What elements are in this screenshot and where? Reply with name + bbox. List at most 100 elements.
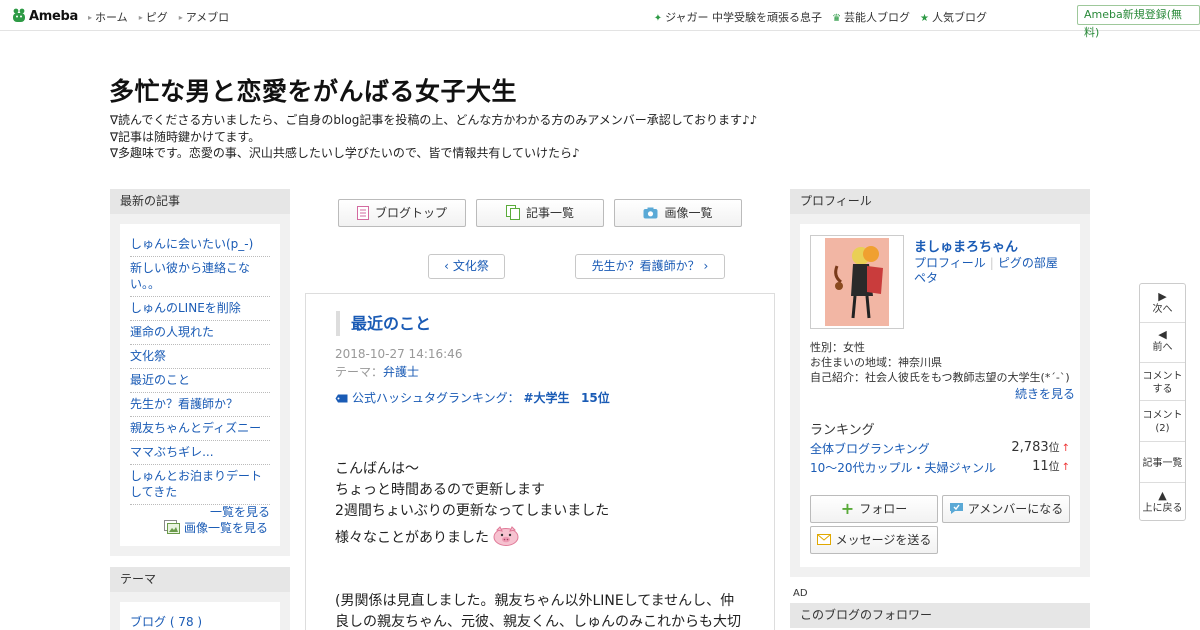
- comment-count-label: コメント: [1142, 410, 1183, 421]
- play-left-icon: ◀: [1158, 328, 1167, 341]
- nav-ameblo[interactable]: アメブロ: [179, 9, 229, 25]
- ranking-label: 全体ブログランキング: [810, 442, 930, 456]
- message-label: メッセージを送る: [835, 533, 932, 547]
- image-list-button[interactable]: 画像一覧: [614, 199, 742, 227]
- profile-info: 性別：女性 お住まいの地域：神奈川県 自己紹介：社会人彼氏をもつ教師志望の大学生…: [810, 340, 1070, 385]
- register-button[interactable]: Ameba新規登録(無料): [1077, 5, 1200, 39]
- amember-icon: [949, 503, 963, 514]
- article-list-button[interactable]: 記事一覧: [476, 199, 604, 227]
- recent-article-link[interactable]: しゅんとお泊まりデートしてきた: [130, 465, 270, 505]
- ad-label: AD: [793, 588, 808, 599]
- next-article-label: 先生か？看護師か？: [591, 259, 700, 273]
- profile-avatar[interactable]: [810, 235, 904, 329]
- amember-button[interactable]: アメンバーになる: [942, 495, 1070, 523]
- prev-article-button[interactable]: ‹ 文化祭: [428, 254, 505, 279]
- ranking-value: 2,783位 ↑: [1011, 439, 1070, 455]
- document-icon: [356, 205, 369, 220]
- recent-articles-heading: 最新の記事: [110, 189, 290, 214]
- plus-icon: +: [840, 499, 855, 518]
- featured-link[interactable]: ✦ ジャガー 中学受験を頑張る息子: [654, 9, 822, 25]
- next-button[interactable]: ▶ 次へ: [1140, 290, 1185, 316]
- message-button[interactable]: メッセージを送る: [810, 526, 938, 554]
- nav-pigg[interactable]: ピグ: [139, 9, 168, 25]
- recent-articles-list: しゅんに会いたい(p_-) 新しい彼から連絡こない。。 しゅんのLINEを削除 …: [130, 233, 270, 505]
- trend-up-icon: ↑: [1061, 443, 1070, 454]
- divider: [1140, 482, 1185, 483]
- ranking-rank: 15位: [581, 391, 610, 405]
- see-list-link[interactable]: 一覧を見る: [210, 503, 270, 520]
- body-line: 2週間ちょいぶりの更新なってしまいました: [335, 503, 610, 519]
- profile-heading: プロフィール: [790, 189, 1090, 214]
- description-line: ∇多趣味です。恋愛の事、沢山共感したいし学びたいので、皆で情報共有していけたら♪: [110, 146, 580, 160]
- next-label: 次へ: [1152, 304, 1173, 315]
- recent-article-link[interactable]: 親友ちゃんとディズニー: [130, 417, 270, 441]
- theme-link[interactable]: 弁護士: [383, 365, 419, 379]
- theme-link[interactable]: ブログ ( 78 ): [130, 613, 202, 630]
- global-header: Ameba ホーム ピグ アメブロ ✦ジャガー 中学受験を頑張る息子 ♛芸能人ブ…: [0, 0, 1200, 39]
- hashtag-ranking[interactable]: 公式ハッシュタグランキング： #大学生 15位: [335, 389, 610, 406]
- ranking-row[interactable]: 10〜20代カップル・夫婦ジャンル 11位 ↑: [810, 459, 1070, 476]
- follow-button[interactable]: + フォロー: [810, 495, 938, 523]
- chevron-right-icon: ›: [703, 259, 709, 273]
- pages-icon: [505, 205, 520, 220]
- follow-label: フォロー: [859, 502, 908, 516]
- comment-count-value: (2): [1155, 423, 1170, 434]
- recent-article-link[interactable]: 新しい彼から連絡こない。。: [130, 257, 270, 297]
- profile-region: お住まいの地域：神奈川県: [810, 356, 942, 369]
- profile-name[interactable]: ましゅまろちゃん: [914, 236, 1018, 255]
- play-right-icon: ▶: [1158, 290, 1167, 303]
- peta-link[interactable]: ペタ: [914, 271, 1058, 286]
- article-list-label: 記事一覧: [525, 206, 574, 220]
- pigg-room-link[interactable]: ピグの部屋: [998, 256, 1058, 270]
- image-list-label: 画像一覧: [664, 206, 713, 220]
- back-to-top-button[interactable]: ▲ 上に戻る: [1140, 489, 1185, 515]
- ranking-row[interactable]: 全体ブログランキング 2,783位 ↑: [810, 440, 1070, 457]
- comment-label: する: [1152, 384, 1173, 395]
- recent-article-link[interactable]: しゅんに会いたい(p_-): [130, 233, 270, 257]
- nav-home[interactable]: ホーム: [88, 9, 128, 25]
- theme-prefix: テーマ：: [335, 365, 384, 379]
- recent-article-link[interactable]: 文化祭: [130, 345, 270, 369]
- divider: [1140, 441, 1185, 442]
- star-icon: ★: [920, 13, 929, 24]
- see-images-label: 画像一覧を見る: [184, 521, 269, 535]
- next-article-button[interactable]: 先生か？看護師か？ ›: [575, 254, 725, 279]
- recent-article-link[interactable]: 先生か？看護師か？: [130, 393, 270, 417]
- profile-links: プロフィール | ピグの部屋 ペタ: [914, 256, 1058, 286]
- blog-top-label: ブログトップ: [374, 206, 447, 220]
- ranking-value: 11位 ↑: [1032, 458, 1070, 474]
- article-title[interactable]: 最近のこと: [336, 311, 431, 336]
- float-article-list-button[interactable]: 記事一覧: [1140, 457, 1185, 470]
- top-label: 上に戻る: [1142, 503, 1183, 514]
- prev-label: 前へ: [1152, 342, 1173, 353]
- ameba-logo[interactable]: Ameba: [12, 7, 78, 25]
- tag-icon: [335, 394, 348, 403]
- profile-gender: 性別：女性: [810, 341, 865, 354]
- read-more-link[interactable]: 続きを見る: [1015, 385, 1075, 402]
- celebrity-blog-link[interactable]: ♛ 芸能人ブログ: [832, 9, 910, 25]
- body-paragraph: (男関係は見直しました。親友ちゃん以外LINEしてませんし、仲良しの親友ちゃん、…: [335, 593, 741, 630]
- description-line: ∇記事は随時鍵かけてます。: [110, 129, 261, 144]
- image-list-icon: [164, 520, 180, 534]
- recent-article-link[interactable]: しゅんのLINEを削除: [130, 297, 270, 321]
- blog-title[interactable]: 多忙な男と恋愛をがんばる女子大生: [109, 72, 517, 108]
- popular-blog-link[interactable]: ★ 人気ブログ: [920, 9, 987, 25]
- comments-count-button[interactable]: コメント (2): [1140, 409, 1185, 435]
- followers-heading: このブログのフォロワー: [790, 603, 1090, 628]
- blog-top-button[interactable]: ブログトップ: [338, 199, 466, 227]
- recent-article-link[interactable]: 最近のこと: [130, 369, 270, 393]
- sparkle-icon: ✦: [653, 13, 663, 24]
- prev-button[interactable]: ◀ 前へ: [1140, 328, 1185, 354]
- see-images-link[interactable]: 画像一覧を見る: [164, 519, 268, 536]
- body-line: ちょっと時間あるので更新します: [335, 482, 545, 498]
- divider: [1140, 322, 1185, 323]
- recent-article-link[interactable]: 運命の人現れた: [130, 321, 270, 345]
- write-comment-button[interactable]: コメント する: [1140, 370, 1185, 396]
- profile-link[interactable]: プロフィール: [914, 256, 986, 270]
- recent-article-link[interactable]: ママぶちギレ...: [130, 441, 270, 465]
- theme-heading: テーマ: [110, 567, 290, 592]
- article-body: こんばんは〜 ちょっと時間あるので更新します 2週間ちょいぶりの更新なってしまい…: [335, 459, 745, 630]
- crown-icon: ♛: [832, 13, 842, 24]
- avatar-illustration: [825, 238, 889, 326]
